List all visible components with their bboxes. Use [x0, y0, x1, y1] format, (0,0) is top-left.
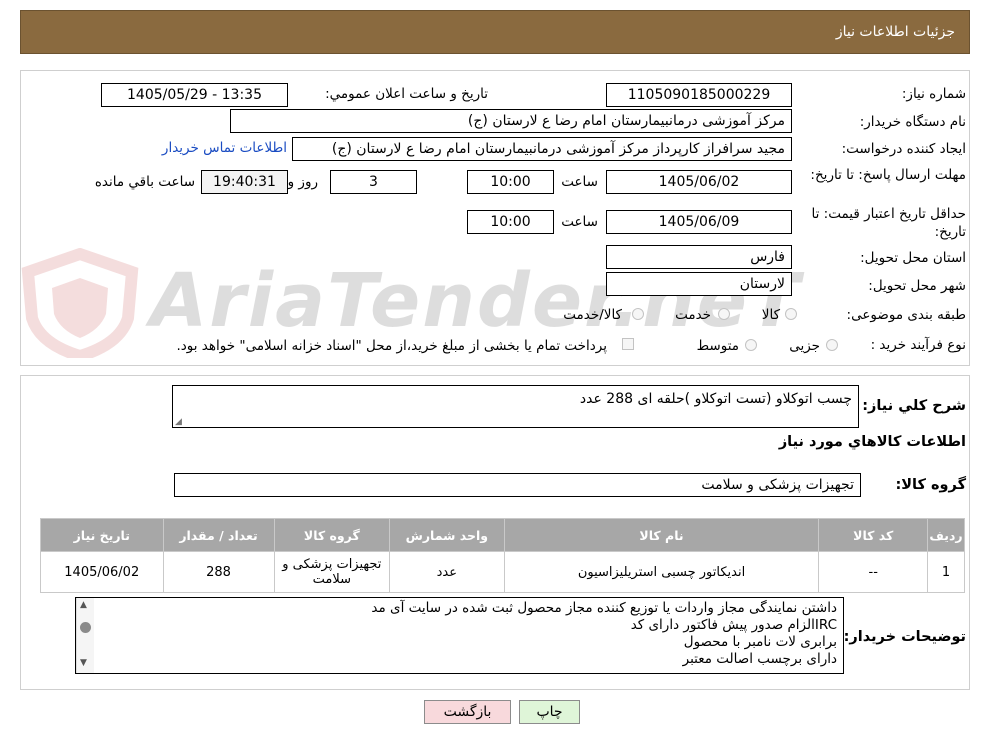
- city-label: شهر محل تحویل:: [868, 278, 966, 294]
- process-medium-label: متوسط: [696, 338, 739, 354]
- category-both-label: کالا/خدمت: [563, 307, 622, 323]
- cell-row: 1: [927, 551, 965, 593]
- buyer-notes-line: داشتن نمایندگی مجاز واردات یا توزیع کنند…: [371, 600, 837, 616]
- col-row: رديف: [927, 518, 965, 552]
- need-number-label: شماره نیاز:: [901, 86, 966, 102]
- category-service-radio[interactable]: [718, 308, 730, 320]
- buyer-notes-line: IRCالزام صدور پیش فاکتور دارای کد: [630, 617, 837, 633]
- shield-logo-icon: [21, 248, 139, 358]
- validity-label: حداقل تاریخ اعتبار قیمت: تا تاریخ:: [811, 206, 966, 240]
- buyer-org-label: نام دستگاه خریدار:: [859, 114, 966, 130]
- watermark-text: AriaTender.neT: [150, 258, 802, 344]
- process-minor-radio[interactable]: [826, 339, 838, 351]
- treasury-payment-checkbox[interactable]: [622, 338, 634, 350]
- cell-name: اندیکاتور چسبی استریلیزاسیون: [503, 551, 820, 593]
- goods-info-title: اطلاعات کالاهاي مورد نياز: [778, 434, 966, 450]
- deadline-time-field: 10:00: [467, 170, 554, 194]
- remaining-label: ساعت باقي مانده: [94, 174, 195, 190]
- goods-group-field: تجهیزات پزشکی و سلامت: [174, 473, 861, 497]
- summary-label: شرح کلي نياز:: [862, 398, 966, 414]
- province-label: استان محل تحویل:: [860, 250, 966, 266]
- resize-grip-icon[interactable]: ◢: [175, 418, 182, 427]
- creator-field: مجید سرافراز کارپرداز مرکز آموزشی درمانب…: [292, 137, 792, 161]
- buyer-notes-label: توضیحات خریدار:: [843, 629, 966, 645]
- table-row: 1 -- اندیکاتور چسبی استریلیزاسیون عدد تج…: [40, 551, 965, 593]
- col-quantity: تعداد / مقدار: [162, 518, 275, 552]
- scroll-up-icon[interactable]: ▲: [80, 601, 87, 610]
- scroll-down-icon[interactable]: ▼: [80, 659, 87, 668]
- deadline-time-label: ساعت: [561, 174, 598, 190]
- buyer-contact-link[interactable]: اطلاعات تماس خریدار: [162, 140, 287, 156]
- cell-unit: عدد: [389, 551, 505, 593]
- page-header: جزئیات اطلاعات نیاز: [20, 10, 970, 54]
- cell-group: تجهیزات پزشکی و سلامت: [273, 551, 391, 593]
- validity-time-label: ساعت: [561, 214, 598, 230]
- process-medium-radio[interactable]: [745, 339, 757, 351]
- creator-label: ایجاد کننده درخواست:: [841, 141, 966, 157]
- back-button[interactable]: بازگشت: [424, 700, 511, 724]
- buyer-org-field: مرکز آموزشی درمانبیمارستان امام رضا ع لا…: [230, 109, 792, 133]
- col-date: تاريخ نياز: [40, 518, 164, 552]
- province-field: فارس: [606, 245, 792, 269]
- category-goods-radio[interactable]: [785, 308, 797, 320]
- cell-quantity: 288: [162, 551, 275, 593]
- table-header-row: رديف کد کالا نام کالا واحد شمارش گروه کا…: [40, 518, 965, 552]
- category-goods-label: کالا: [761, 307, 780, 323]
- buyer-notes-line: برابری لات نامبر با محصول: [683, 634, 837, 650]
- category-service-label: خدمت: [675, 307, 711, 323]
- deadline-label: مهلت ارسال پاسخ: تا تاریخ:: [810, 167, 966, 183]
- category-both-radio[interactable]: [632, 308, 644, 320]
- remaining-time-field: 19:40:31: [201, 170, 288, 194]
- items-table-wrap: رديف کد کالا نام کالا واحد شمارش گروه کا…: [40, 518, 965, 593]
- need-number-field: 1105090185000229: [606, 83, 792, 107]
- goods-group-label: گروه کالا:: [895, 477, 966, 493]
- page-title: جزئیات اطلاعات نیاز: [835, 24, 955, 40]
- cell-code: --: [818, 551, 929, 593]
- city-field: لارستان: [606, 272, 792, 296]
- cell-date: 1405/06/02: [40, 551, 164, 593]
- items-table: رديف کد کالا نام کالا واحد شمارش گروه کا…: [40, 518, 965, 593]
- announce-field: 1405/05/29 - 13:35: [101, 83, 288, 107]
- col-name: نام کالا: [503, 518, 820, 552]
- category-label: طبقه بندی موضوعی:: [846, 307, 966, 323]
- summary-text: چسب اتوکلاو (تست اتوکلاو )حلقه ای 288 عد…: [579, 391, 852, 407]
- process-minor-label: جزیی: [789, 338, 820, 354]
- col-group: گروه کالا: [273, 518, 391, 552]
- notes-scrollbar[interactable]: ▲ ▼: [76, 598, 94, 673]
- buyer-notes-line: دارای برچسب اصالت معتبر: [682, 651, 837, 667]
- scroll-thumb[interactable]: [80, 622, 91, 633]
- print-button[interactable]: چاپ: [519, 700, 580, 724]
- validity-time-field: 10:00: [467, 210, 554, 234]
- summary-textarea[interactable]: چسب اتوکلاو (تست اتوکلاو )حلقه ای 288 عد…: [172, 385, 859, 428]
- validity-date-field: 1405/06/09: [606, 210, 792, 234]
- process-label: نوع فرآیند خرید :: [870, 337, 966, 353]
- buyer-notes-textarea[interactable]: داشتن نمایندگی مجاز واردات یا توزیع کنند…: [75, 597, 844, 674]
- announce-label: تاریخ و ساعت اعلان عمومي:: [325, 86, 488, 102]
- treasury-payment-note: پرداخت تمام یا بخشی از مبلغ خرید،از محل …: [176, 338, 607, 354]
- col-code: کد کالا: [818, 518, 929, 552]
- days-field: 3: [330, 170, 417, 194]
- deadline-date-field: 1405/06/02: [606, 170, 792, 194]
- days-label: روز و: [287, 174, 318, 190]
- col-unit: واحد شمارش: [389, 518, 505, 552]
